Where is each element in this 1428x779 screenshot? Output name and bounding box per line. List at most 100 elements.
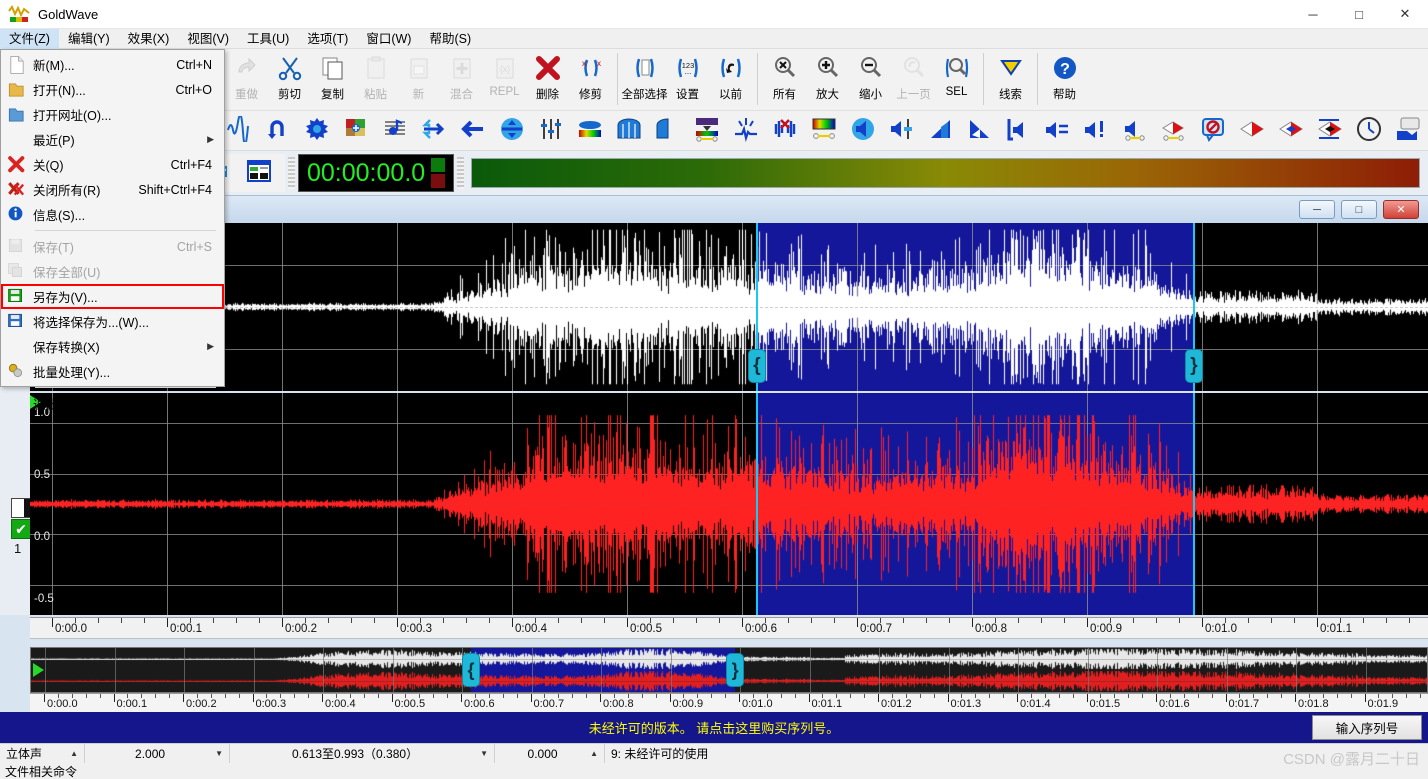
file-menu-item-4[interactable]: 关(Q) Ctrl+F4 — [1, 152, 224, 177]
trim-button[interactable]: x x 修剪 — [569, 49, 612, 109]
fade-out-button[interactable] — [960, 114, 999, 148]
ruler-label: 0:00.7 — [860, 623, 892, 635]
zoom-selection-button[interactable]: SEL — [935, 49, 978, 109]
doc-restore-button[interactable]: □ — [1341, 200, 1377, 219]
max-volume-button[interactable] — [999, 114, 1038, 148]
speaker-exclaim-icon — [1083, 116, 1109, 145]
selection-start-handle[interactable]: { — [747, 349, 766, 383]
reverb-button[interactable] — [609, 114, 648, 148]
loud-button[interactable] — [1077, 114, 1116, 148]
waveform-channel-right[interactable] — [30, 393, 1428, 615]
transport-grip-3[interactable] — [457, 157, 465, 189]
volume-slider-button[interactable] — [882, 114, 921, 148]
time-warp-button[interactable] — [1350, 114, 1389, 148]
position-caret-up-icon[interactable]: ▲ — [590, 749, 598, 758]
enter-serial-button[interactable]: 输入序列号 — [1312, 715, 1422, 740]
expand-button[interactable] — [414, 114, 453, 148]
file-menu-item-0[interactable]: 新(M)... Ctrl+N — [1, 52, 224, 77]
file-menu-item-5[interactable]: 关闭所有(R) Shift+Ctrl+F4 — [1, 177, 224, 202]
status-selection[interactable]: 0.613至0.993（0.380） ▼ — [230, 743, 495, 764]
fade-in-button[interactable] — [921, 114, 960, 148]
file-menu-item-3[interactable]: 最近(P) ▶ — [1, 127, 224, 152]
filter-button[interactable] — [570, 114, 609, 148]
time-ruler[interactable]: 0:00.0 0:00.1 0:00.2 0:00.3 0:00.4 0:00.5 0:00… — [30, 617, 1428, 639]
match-volume-button[interactable] — [1038, 114, 1077, 148]
file-menu-item-10[interactable]: 另存为(V)... — [1, 284, 224, 309]
zoom-caret-down-icon[interactable]: ▼ — [215, 749, 223, 758]
selection-start-edge[interactable] — [755, 393, 758, 615]
window-maximize-button[interactable]: □ — [1336, 0, 1382, 29]
stereo-button[interactable] — [1155, 114, 1194, 148]
waveform-channel-left[interactable]: {} — [30, 223, 1428, 391]
file-menu-item-12[interactable]: 保存转换(X) ▶ — [1, 334, 224, 359]
zoom-out-button[interactable]: 缩小 — [849, 49, 892, 109]
mute-button[interactable] — [1194, 114, 1233, 148]
channel-swap-button[interactable] — [1272, 114, 1311, 148]
file-menu-item-1[interactable]: 打开(N)... Ctrl+O — [1, 77, 224, 102]
declick-button[interactable] — [726, 114, 765, 148]
record-leds — [431, 158, 446, 188]
menu-effect[interactable]: 效果(X) — [119, 29, 179, 49]
selection-end-handle[interactable]: } — [1184, 349, 1203, 383]
help-button[interactable]: ? 帮助 — [1043, 49, 1086, 109]
file-menu-item-15[interactable]: 退出(Z) Alt+F4 — [1, 391, 224, 416]
delete-button[interactable]: 删除 — [526, 49, 569, 109]
previous-selection-button[interactable]: 以前 — [709, 49, 752, 109]
restore-button[interactable] — [1389, 114, 1428, 148]
control-panel-button[interactable] — [237, 154, 281, 192]
file-menu-item-11[interactable]: 将选择保存为...(W)... — [1, 309, 224, 334]
menu-file[interactable]: 文件(Z) — [0, 28, 59, 49]
file-menu-item-6[interactable]: 信息(S)... — [1, 202, 224, 227]
pitch-button[interactable] — [375, 114, 414, 148]
channels-caret-up-icon[interactable]: ▲ — [70, 749, 78, 758]
file-menu-item-13[interactable]: 批量处理(Y)... — [1, 359, 224, 384]
reverse-button[interactable] — [453, 114, 492, 148]
menu-edit[interactable]: 编辑(Y) — [59, 29, 119, 49]
copy-button[interactable]: 复制 — [311, 49, 354, 109]
noise-reduce-button[interactable] — [765, 114, 804, 148]
ruler-label: 0:00.3 — [255, 698, 287, 710]
overview-selection-end-handle[interactable]: } — [726, 653, 745, 687]
file-menu-item-2[interactable]: 打开网址(O)... — [1, 102, 224, 127]
cue-button[interactable]: 线索 — [989, 49, 1032, 109]
equalizer-button[interactable] — [531, 114, 570, 148]
zoom-all-button[interactable]: 所有 — [763, 49, 806, 109]
selection-end-edge[interactable] — [1192, 393, 1195, 615]
status-position[interactable]: 0.000 ▲ — [495, 743, 605, 764]
waveform-effect-button[interactable] — [219, 113, 258, 148]
transport-grip-2[interactable] — [288, 157, 295, 189]
status-zoom[interactable]: 2.000 ▼ — [85, 743, 230, 764]
overview-selection-start-handle[interactable]: { — [462, 653, 481, 687]
menu-options[interactable]: 选项(T) — [298, 29, 357, 49]
menu-help[interactable]: 帮助(S) — [420, 29, 480, 49]
license-banner[interactable]: 未经许可的版本。 请点击这里购买序列号。 输入序列号 — [0, 712, 1428, 743]
window-minimize-button[interactable]: ─ — [1290, 0, 1336, 29]
zoom-in-button[interactable]: 放大 — [806, 49, 849, 109]
channel-enabled-check-icon[interactable]: ✔ — [11, 519, 31, 539]
overview-ruler[interactable]: 0:00.0 0:00.1 0:00.2 0:00.3 0:00.4 0:00.5 0:00… — [30, 693, 1428, 713]
doc-minimize-button[interactable]: ─ — [1299, 200, 1335, 219]
cut-button[interactable]: 剪切 — [268, 49, 311, 109]
select-all-button[interactable]: 全部选择 — [622, 49, 668, 109]
bandpass-button[interactable] — [804, 114, 843, 148]
spectrum-button[interactable] — [687, 114, 726, 148]
channel-mix-button[interactable] — [1233, 114, 1272, 148]
channel-select-box[interactable] — [11, 498, 31, 518]
noise-gate-button[interactable] — [648, 114, 687, 148]
selection-caret-down-icon[interactable]: ▼ — [480, 749, 488, 758]
window-close-button[interactable]: ✕ — [1382, 0, 1428, 29]
undo-effect-button[interactable] — [258, 114, 297, 148]
pan-button[interactable] — [1116, 114, 1155, 148]
channel-stereo-button[interactable] — [1311, 114, 1350, 148]
set-selection-button[interactable]: 123... 设置 — [666, 49, 709, 109]
overview-strip[interactable]: {} — [30, 647, 1428, 693]
menu-window[interactable]: 窗口(W) — [357, 29, 420, 49]
menu-tools[interactable]: 工具(U) — [238, 29, 298, 49]
status-channels[interactable]: 立体声 ▲ — [0, 743, 85, 764]
doc-close-button[interactable]: ✕ — [1383, 200, 1419, 219]
color-effect-button[interactable] — [336, 114, 375, 148]
invert-button[interactable] — [492, 114, 531, 148]
menu-view[interactable]: 视图(V) — [178, 29, 238, 49]
flange-button[interactable] — [297, 114, 336, 148]
volume-button[interactable] — [843, 114, 882, 148]
